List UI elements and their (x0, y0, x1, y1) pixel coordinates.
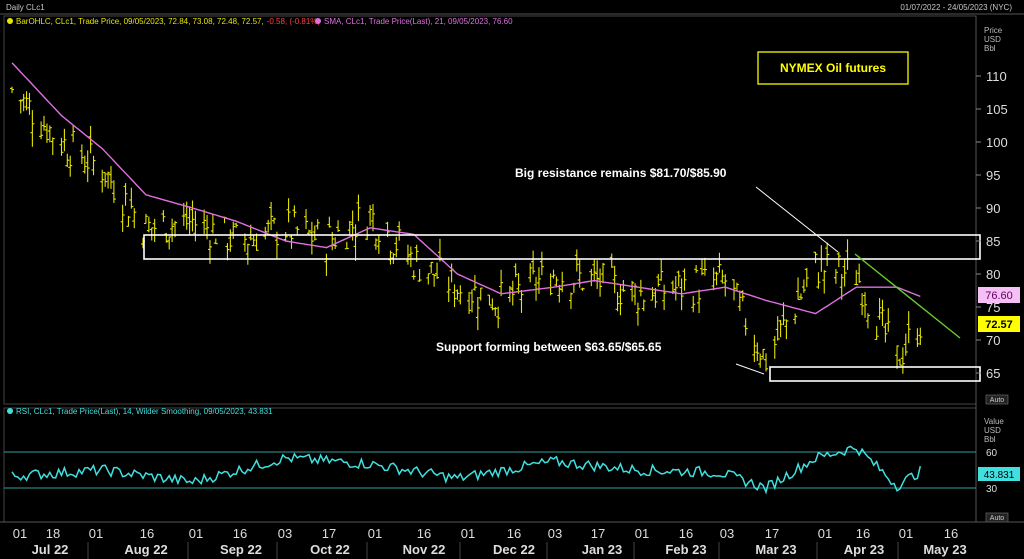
day-tick-label: 01 (13, 526, 27, 541)
day-tick-label: 01 (189, 526, 203, 541)
month-tick-label: Aug 22 (124, 542, 167, 557)
price-tick-label: 100 (986, 135, 1008, 150)
bar-legend: BarOHLC, CLc1, Trade Price, 09/05/2023, … (16, 17, 320, 26)
month-tick-label: May 23 (923, 542, 966, 557)
chart-title: Daily CLc1 (6, 3, 45, 12)
price-axis-header-1: Price (984, 26, 1003, 35)
last-price-value: 72.57 (985, 319, 1013, 331)
bar-legend-icon (7, 18, 13, 24)
day-tick-label: 03 (720, 526, 734, 541)
rsi-tick-label: 30 (986, 484, 998, 495)
day-tick-label: 17 (322, 526, 336, 541)
month-tick-label: Oct 22 (310, 542, 350, 557)
day-tick-label: 01 (635, 526, 649, 541)
rsi-axis-header-2: USD (984, 426, 1001, 435)
support-text: Support forming between $63.65/$65.65 (436, 340, 662, 354)
month-tick-label: Nov 22 (403, 542, 446, 557)
month-tick-label: Mar 23 (755, 542, 796, 557)
month-tick-label: Sep 22 (220, 542, 262, 557)
day-tick-label: 18 (46, 526, 60, 541)
rsi-axis-header-1: Value (984, 417, 1004, 426)
price-tick-label: 80 (986, 267, 1000, 282)
price-axis-header-2: USD (984, 35, 1001, 44)
rsi-legend-icon (7, 408, 13, 414)
bar-legend-text: BarOHLC, CLc1, Trade Price, 09/05/2023, … (16, 17, 264, 26)
sma-legend-icon (315, 18, 321, 24)
day-tick-label: 01 (818, 526, 832, 541)
price-tick-label: 105 (986, 102, 1008, 117)
date-range: 01/07/2022 - 24/05/2023 (NYC) (900, 3, 1012, 12)
day-tick-label: 01 (899, 526, 913, 541)
rsi-legend: RSI, CLc1, Trade Price(Last), 14, Wilder… (16, 407, 273, 416)
rsi-axis-header-3: Bbl (984, 435, 996, 444)
rsi-tick-label: 60 (986, 448, 998, 459)
month-tick-label: Feb 23 (665, 542, 706, 557)
day-tick-label: 17 (591, 526, 605, 541)
day-tick-label: 16 (233, 526, 247, 541)
price-axis-header-3: Bbl (984, 44, 996, 53)
price-tick-label: 70 (986, 333, 1000, 348)
day-tick-label: 03 (548, 526, 562, 541)
day-tick-label: 16 (679, 526, 693, 541)
last-sma-value: 76.60 (985, 290, 1013, 302)
day-tick-label: 03 (278, 526, 292, 541)
day-tick-label: 01 (461, 526, 475, 541)
month-tick-label: Dec 22 (493, 542, 535, 557)
title-box-text: NYMEX Oil futures (780, 61, 886, 75)
bar-legend-change: -0.58, (-0.81%) (267, 17, 321, 26)
day-tick-label: 01 (368, 526, 382, 541)
day-tick-label: 16 (944, 526, 958, 541)
rsi-auto-label: Auto (990, 515, 1005, 522)
resistance-text: Big resistance remains $81.70/$85.90 (515, 166, 727, 180)
day-tick-label: 16 (417, 526, 431, 541)
day-tick-label: 01 (89, 526, 103, 541)
last-rsi-value: 43.831 (984, 470, 1015, 481)
month-tick-label: Apr 23 (844, 542, 884, 557)
price-auto-label: Auto (990, 397, 1005, 404)
price-tick-label: 85 (986, 234, 1000, 249)
price-tick-label: 95 (986, 168, 1000, 183)
day-tick-label: 16 (507, 526, 521, 541)
chart-canvas: Daily CLc1 01/07/2022 - 24/05/2023 (NYC)… (0, 0, 1024, 559)
day-tick-label: 16 (856, 526, 870, 541)
month-tick-label: Jan 23 (582, 542, 622, 557)
price-tick-label: 90 (986, 201, 1000, 216)
month-tick-label: Jul 22 (32, 542, 69, 557)
sma-legend: SMA, CLc1, Trade Price(Last), 21, 09/05/… (324, 17, 513, 26)
day-tick-label: 16 (140, 526, 154, 541)
day-tick-label: 17 (765, 526, 779, 541)
price-tick-label: 65 (986, 366, 1000, 381)
price-tick-label: 110 (986, 69, 1007, 84)
